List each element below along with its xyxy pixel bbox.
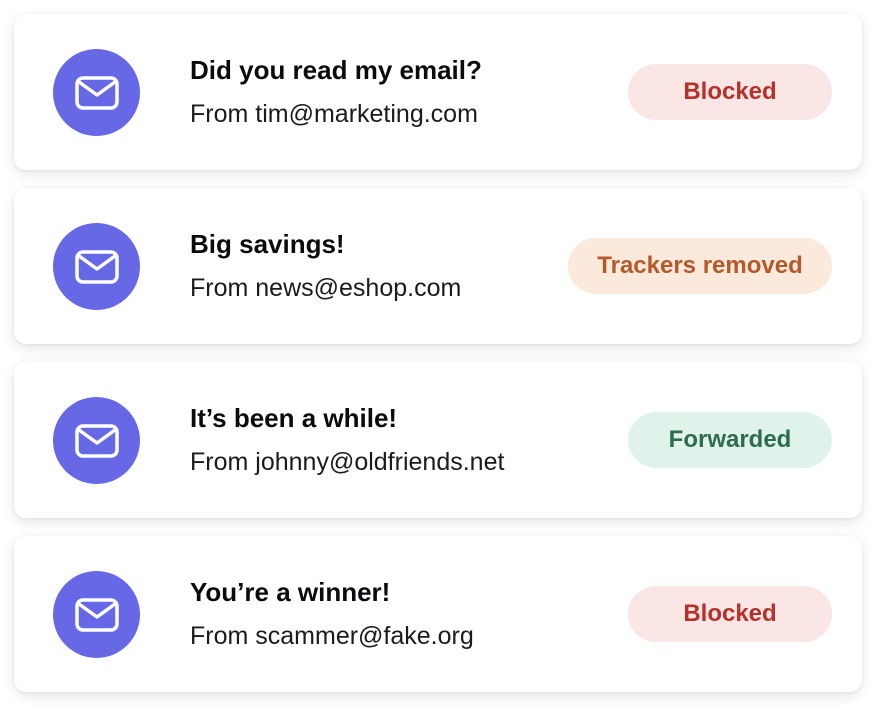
status-badge: Trackers removed <box>568 238 832 294</box>
email-sender: From scammer@fake.org <box>190 622 474 650</box>
envelope-icon <box>74 423 119 458</box>
avatar <box>53 223 140 310</box>
email-text: Big savings! From news@eshop.com <box>190 227 461 305</box>
email-subject: You’re a winner! <box>190 577 391 607</box>
email-text: Did you read my email? From tim@marketin… <box>190 53 482 131</box>
envelope-icon <box>74 597 119 632</box>
avatar <box>53 49 140 136</box>
email-card[interactable]: Big savings! From news@eshop.com Tracker… <box>14 188 862 344</box>
envelope-icon <box>74 75 119 110</box>
status-badge: Blocked <box>628 64 832 120</box>
email-subject: Big savings! <box>190 229 345 259</box>
email-sender: From news@eshop.com <box>190 274 462 302</box>
email-text: It’s been a while! From johnny@oldfriend… <box>190 401 504 479</box>
email-sender: From johnny@oldfriends.net <box>190 448 505 476</box>
status-badge: Blocked <box>628 586 832 642</box>
email-text: You’re a winner! From scammer@fake.org <box>190 575 474 653</box>
email-subject: Did you read my email? <box>190 55 482 85</box>
avatar <box>53 397 140 484</box>
envelope-icon <box>74 249 119 284</box>
email-list: Did you read my email? From tim@marketin… <box>14 14 862 710</box>
avatar <box>53 571 140 658</box>
status-badge: Forwarded <box>628 412 832 468</box>
email-sender: From tim@marketing.com <box>190 100 478 128</box>
email-card[interactable]: It’s been a while! From johnny@oldfriend… <box>14 362 862 518</box>
email-card[interactable]: Did you read my email? From tim@marketin… <box>14 14 862 170</box>
email-subject: It’s been a while! <box>190 403 398 433</box>
email-card[interactable]: You’re a winner! From scammer@fake.org B… <box>14 536 862 692</box>
